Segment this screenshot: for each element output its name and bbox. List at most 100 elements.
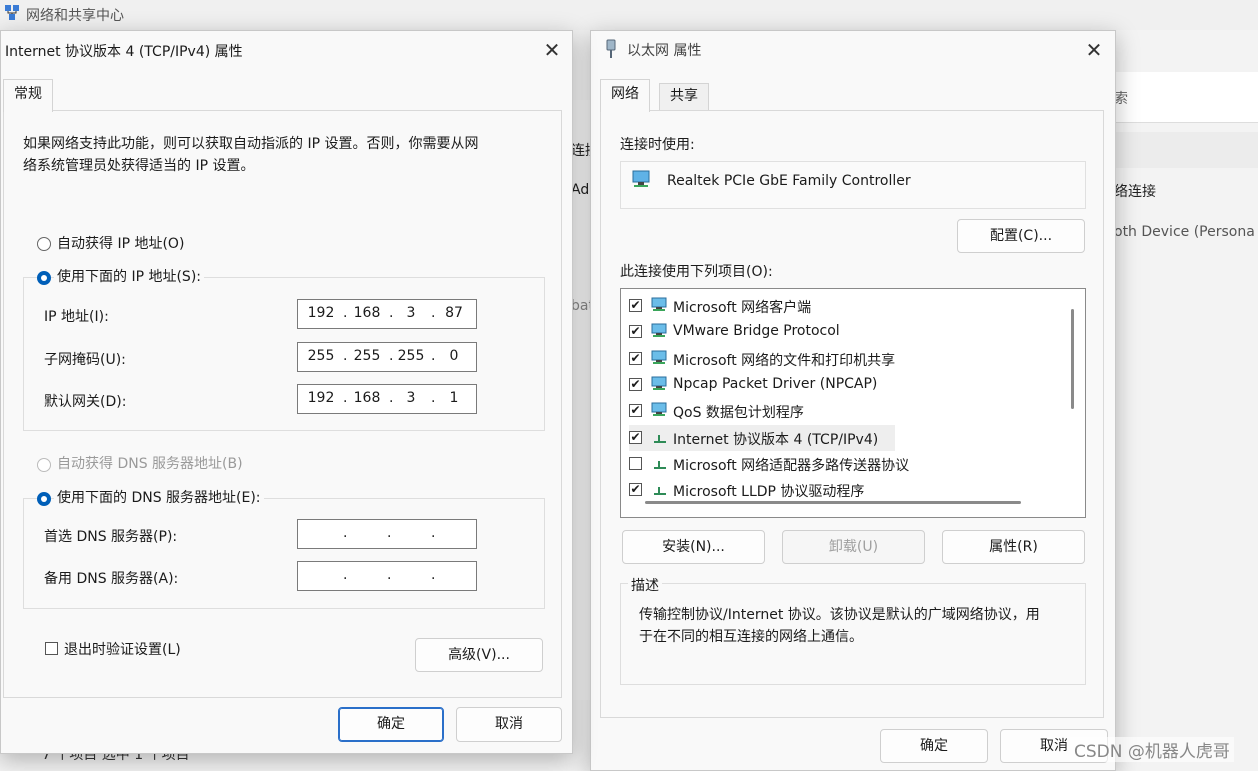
tab-sharing[interactable]: 共享 <box>659 83 709 111</box>
network-service-icon <box>651 350 671 366</box>
uninstall-button[interactable]: 卸载(U) <box>782 530 925 564</box>
subnet-mask-label: 子网掩码(U): <box>44 352 126 368</box>
item-checkbox[interactable]: ✔ <box>629 351 642 365</box>
advanced-button[interactable]: 高级(V)... <box>415 638 543 672</box>
preferred-dns-label: 首选 DNS 服务器(P): <box>44 529 178 545</box>
gateway-octet-1: 192 <box>307 390 335 406</box>
bg-header-row <box>1110 132 1258 168</box>
list-item[interactable]: ✔ Microsoft 网络客户端 <box>629 293 1069 319</box>
horizontal-scrollbar[interactable] <box>645 501 1021 504</box>
alternate-dns-input[interactable]: ... <box>297 561 477 591</box>
list-item[interactable]: ✔ QoS 数据包计划程序 <box>629 398 1069 424</box>
description-group-label: 描述 <box>628 575 662 595</box>
manual-ip-label[interactable]: 使用下面的 IP 地址(S): <box>54 266 204 286</box>
item-label: VMware Bridge Protocol <box>673 323 840 340</box>
csdn-watermark: CSDN @机器人虎哥 <box>1070 737 1234 762</box>
ipv4-properties-dialog: Internet 协议版本 4 (TCP/IPv4) 属性 ✕ 常规 如果网络支… <box>0 30 573 754</box>
ethernet-icon <box>606 39 616 58</box>
list-item[interactable]: ✔ Internet 协议版本 4 (TCP/IPv4) <box>629 424 895 451</box>
validate-checkbox[interactable] <box>45 642 58 655</box>
manual-dns-radio[interactable] <box>37 492 51 506</box>
item-checkbox[interactable]: ✔ <box>629 325 642 339</box>
ethernet-ok-button[interactable]: 确定 <box>880 729 988 763</box>
bg-search-box[interactable]: 索 <box>1100 72 1258 123</box>
network-service-icon <box>651 402 671 418</box>
bg-right-1: 络连接 <box>1114 184 1156 200</box>
ipv4-dialog-title: Internet 协议版本 4 (TCP/IPv4) 属性 <box>5 44 243 60</box>
dns-settings-group <box>23 498 545 609</box>
item-label: Microsoft 网络客户端 <box>673 300 812 316</box>
manual-dns-label[interactable]: 使用下面的 DNS 服务器地址(E): <box>54 487 264 507</box>
ip-address-input[interactable]: 192. 168. 3. 87 <box>297 299 477 329</box>
item-label: Microsoft 网络适配器多路传送器协议 <box>673 457 910 474</box>
adapter-name: Realtek PCIe GbE Family Controller <box>667 173 911 189</box>
item-label: Internet 协议版本 4 (TCP/IPv4) <box>673 431 879 448</box>
ethernet-dialog-title: 以太网 属性 <box>627 43 702 59</box>
item-checkbox[interactable]: ✔ <box>629 430 642 444</box>
ipv4-ok-button[interactable]: 确定 <box>338 707 444 742</box>
gateway-octet-3: 3 <box>406 390 416 406</box>
install-button[interactable]: 安装(N)... <box>622 530 765 564</box>
item-checkbox[interactable]: ✔ <box>629 404 642 418</box>
vertical-scrollbar[interactable] <box>1071 309 1074 409</box>
protocol-icon <box>651 481 671 497</box>
network-service-icon <box>651 323 671 339</box>
tab-general[interactable]: 常规 <box>3 79 53 112</box>
item-label: Microsoft 网络的文件和打印机共享 <box>673 352 896 369</box>
preferred-dns-input[interactable]: ... <box>297 519 477 549</box>
auto-ip-label[interactable]: 自动获得 IP 地址(O) <box>57 233 184 253</box>
list-item[interactable]: ✔ Microsoft 网络的文件和打印机共享 <box>629 346 1069 372</box>
network-center-titlebar: 网络和共享中心 <box>0 0 1258 30</box>
item-checkbox[interactable]: ✔ <box>629 377 642 391</box>
list-item[interactable]: ✔ Microsoft LLDP 协议驱动程序 <box>629 477 1069 503</box>
configure-button[interactable]: 配置(C)... <box>957 219 1085 253</box>
properties-button[interactable]: 属性(R) <box>942 530 1085 564</box>
ipv4-description-line-1: 如果网络支持此功能，则可以获取自动指派的 IP 设置。否则，你需要从网 <box>23 136 479 152</box>
alternate-dns-label: 备用 DNS 服务器(A): <box>44 571 179 587</box>
bg-search-text: 索 <box>1114 91 1128 107</box>
mask-octet-4: 0 <box>449 348 459 364</box>
description-line-2: 于在不同的相互连接的网络上通信。 <box>639 629 863 645</box>
protocol-icon <box>651 429 671 445</box>
network-center-title: 网络和共享中心 <box>26 8 124 24</box>
auto-dns-radio[interactable] <box>37 458 51 472</box>
item-label: Microsoft LLDP 协议驱动程序 <box>673 484 865 501</box>
general-tab-panel: 如果网络支持此功能，则可以获取自动指派的 IP 设置。否则，你需要从网 络系统管… <box>3 110 562 698</box>
gateway-input[interactable]: 192. 168. 3. 1 <box>297 384 477 414</box>
auto-ip-radio[interactable] <box>37 237 51 251</box>
ip-octet-4: 87 <box>445 305 463 321</box>
mask-octet-1: 255 <box>307 348 335 364</box>
ip-octet-3: 3 <box>406 305 416 321</box>
network-tab-panel: 连接时使用: Realtek PCIe GbE Family Controlle… <box>600 110 1104 718</box>
adapter-box: Realtek PCIe GbE Family Controller <box>620 161 1086 209</box>
list-item[interactable]: ✔ VMware Bridge Protocol <box>629 319 1069 345</box>
list-item[interactable]: ✔ Npcap Packet Driver (NPCAP) <box>629 372 1069 398</box>
ip-octet-1: 192 <box>307 305 335 321</box>
item-checkbox[interactable]: ✔ <box>629 299 642 312</box>
network-client-icon <box>651 297 671 313</box>
mask-octet-3: 255 <box>397 348 425 364</box>
network-center-icon <box>5 5 19 20</box>
gateway-octet-4: 1 <box>449 390 459 406</box>
items-label: 此连接使用下列项目(O): <box>620 264 773 280</box>
gateway-octet-2: 168 <box>353 390 381 406</box>
description-line-1: 传输控制协议/Internet 协议。该协议是默认的广域网络协议，用 <box>639 607 1040 623</box>
item-label: QoS 数据包计划程序 <box>673 405 804 422</box>
item-checkbox[interactable]: ✔ <box>629 483 642 497</box>
mask-octet-2: 255 <box>353 348 381 364</box>
subnet-mask-input[interactable]: 255. 255. 255. 0 <box>297 342 477 372</box>
validate-label[interactable]: 退出时验证设置(L) <box>64 639 181 659</box>
manual-ip-radio[interactable] <box>37 271 51 285</box>
items-listbox[interactable]: ✔ Microsoft 网络客户端 ✔ VMware Bridge Protocol ✔… <box>620 288 1086 518</box>
item-checkbox[interactable] <box>629 456 642 470</box>
protocol-icon <box>651 455 671 471</box>
bg-right-2: oth Device (Persona <box>1114 224 1255 240</box>
ipv4-close-button[interactable]: ✕ <box>537 35 567 65</box>
network-service-icon <box>651 376 671 392</box>
ipv4-cancel-button[interactable]: 取消 <box>456 707 562 742</box>
tab-network[interactable]: 网络 <box>600 79 650 112</box>
auto-dns-label[interactable]: 自动获得 DNS 服务器地址(B) <box>57 453 243 473</box>
ethernet-close-button[interactable]: ✕ <box>1079 35 1109 65</box>
ethernet-properties-dialog: 以太网 属性 ✕ 网络 共享 连接时使用: Realtek PCIe GbE F… <box>590 30 1116 771</box>
list-item[interactable]: Microsoft 网络适配器多路传送器协议 <box>629 451 1069 477</box>
